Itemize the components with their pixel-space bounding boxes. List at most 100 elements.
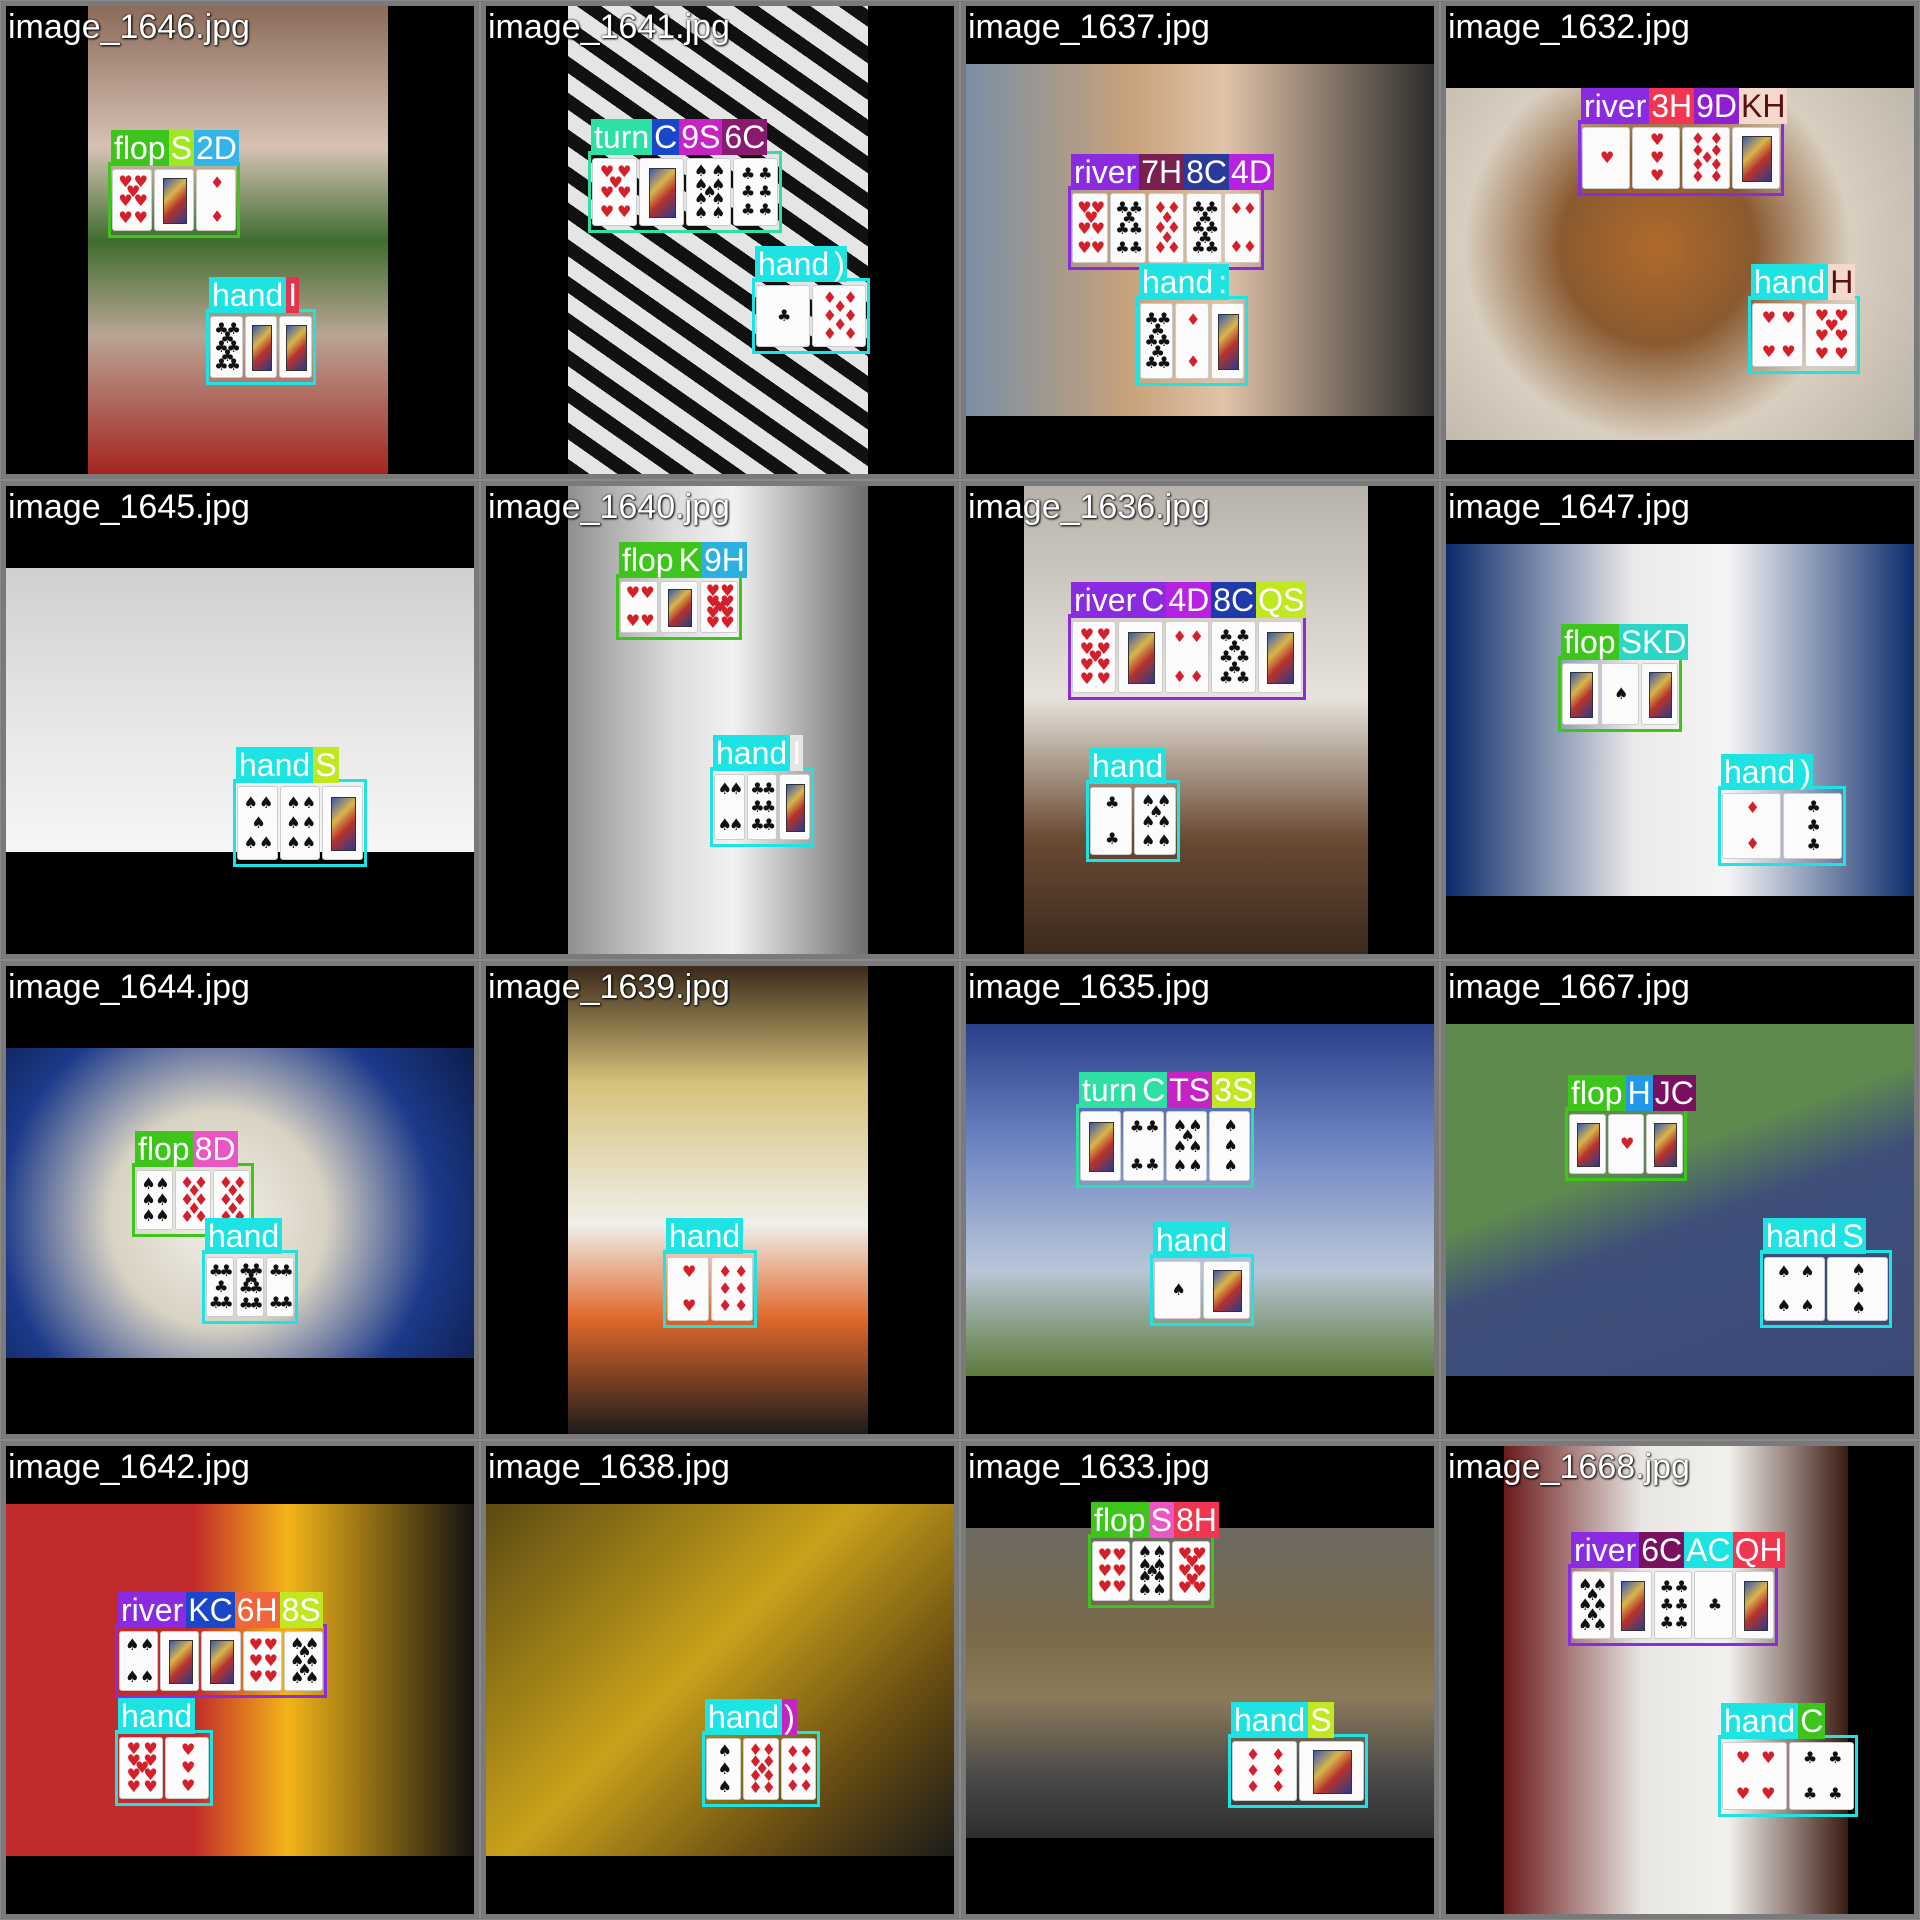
playing-card — [1732, 127, 1780, 189]
suit-pip-icon: ♦ — [798, 1742, 814, 1762]
suit-pip-icon: ♣ — [1204, 238, 1220, 258]
grid-tile[interactable]: image_1647.jpg flop SKD ♠ hand) ♦ ♦ ♣ ♣ ♣ — [1440, 480, 1920, 960]
suit-pip-icon: ♦ — [718, 1279, 733, 1298]
tile-canvas: image_1667.jpg flop H JC ♥ hand S ♠ ♠ ♠ ♠ ♠ ♠ ♠ — [1446, 966, 1914, 1434]
playing-card — [1612, 1571, 1652, 1639]
playing-card: ♣ ♣ ♣ ♣ ♣ ♣ — [733, 158, 778, 226]
detection-box-hand: hand ♣ ♣ ♣ ♣ ♣ ♣ ♣ ♣ ♣ ♣ ♣ ♣ ♣ ♣ ♣ ♣ — [202, 1218, 298, 1324]
suit-pip-icon: ♠ — [251, 813, 266, 832]
detection-box-hand: hand) ♣ ♦ ♦ ♦ ♦ ♦ ♦ ♦ ♦ — [752, 246, 870, 354]
suit-pip-icon: ♦ — [785, 1742, 800, 1762]
grid-tile[interactable]: image_1667.jpg flop H JC ♥ hand S ♠ ♠ ♠ ♠ ♠ ♠ ♠ — [1440, 960, 1920, 1440]
suit-pip-icon: ♥ — [1735, 1747, 1751, 1767]
detection-card-tag: S — [168, 130, 194, 166]
suit-pip-icon: ♥ — [1834, 326, 1849, 346]
grid-tile[interactable]: image_1645.jpg hand S ♠ ♠ ♠ ♠ ♠ ♠ ♠ ♠ ♠ ♠ ♠ — [0, 480, 480, 960]
detection-card-tag: 4D — [1229, 154, 1274, 190]
suit-pip-icon: ♦ — [798, 1775, 814, 1795]
tile-canvas: image_1668.jpg river 6C AC QH ♠ ♠ ♠ ♠ ♠ ♠ ♠ ♠ ♣ ♣ ♣ ♣ ♣ ♣ ♣… — [1446, 1446, 1914, 1914]
playing-card — [1562, 663, 1600, 725]
detection-card-tag: 9D — [1694, 88, 1740, 124]
grid-tile[interactable]: image_1638.jpg hand) ♠ ♠ ♠ ♦ ♦ ♦ ♦ ♦ ♦ ♦ ♦ ♦ ♦ ♦ ♦ ♦ ♦ ♦ — [480, 1440, 960, 1920]
detection-class: hand — [1721, 1703, 1799, 1739]
suit-pip-icon: ♣ — [1707, 1595, 1723, 1614]
suit-pip-icon: ♥ — [1650, 130, 1665, 149]
grid-tile[interactable]: image_1637.jpg river 7H 8C 4D ♥ ♥ ♥ ♥ ♥ ♥ ♥ ♣ ♣ ♣ ♣ ♣ ♣ ♣ ♦… — [960, 0, 1440, 480]
detection-label: hand) — [752, 246, 850, 282]
detection-class: flop — [1091, 1502, 1149, 1538]
suit-pip-icon: ♣ — [1129, 1116, 1145, 1136]
playing-card: ♥ ♥ ♥ ♥ — [620, 581, 658, 633]
suit-pip-icon: ♣ — [219, 1293, 234, 1313]
grid-tile[interactable]: image_1644.jpg flop 8D ♠ ♠ ♠ ♠ ♠ ♠ ♦ ♦ ♦ ♦ ♦ ♦ ♦ ♦ ♦ ♦ ♦ ♦ ♦ ♦… — [0, 960, 480, 1440]
detection-card-tag: 3S — [1212, 1072, 1256, 1108]
face-card-art — [1576, 1123, 1600, 1167]
playing-card — [639, 158, 684, 226]
detection-label: hand S — [1228, 1702, 1337, 1738]
grid-tile[interactable]: image_1633.jpg flop S 8H ♥ ♥ ♥ ♥ ♥ ♥ ♠ ♠ ♠ ♠ ♠ ♠ ♠ ♠ ♠ ♥ ♥ ♥ ♥… — [960, 1440, 1440, 1920]
filename-label: image_1636.jpg — [968, 488, 1210, 526]
grid-tile[interactable]: image_1632.jpg river 3H 9D KH ♥ ♥ ♥ ♥ ♦ ♦ ♦ ♦ ♦ ♦ ♦ ♦ ♦ ha… — [1440, 0, 1920, 480]
tile-canvas: image_1638.jpg hand) ♠ ♠ ♠ ♦ ♦ ♦ ♦ ♦ ♦ ♦ ♦ ♦ ♦ ♦ ♦ ♦ ♦ ♦ — [486, 1446, 954, 1914]
playing-card — [660, 581, 698, 633]
face-card-art — [1570, 672, 1594, 718]
suit-pip-icon: ♦ — [822, 324, 837, 343]
playing-card — [322, 786, 363, 860]
detection-class: hand — [713, 735, 791, 771]
suit-pip-icon: ♣ — [1129, 1155, 1145, 1175]
suit-pip-icon: ♠ — [1152, 1579, 1167, 1599]
detection-card-tag: H — [1828, 264, 1856, 300]
playing-card: ♥ ♥ ♥ ♥ ♥ ♥ ♥ ♥ ♥ — [119, 1737, 163, 1799]
suit-pip-icon: ♠ — [1776, 1296, 1792, 1316]
grid-tile[interactable]: image_1668.jpg river 6C AC QH ♠ ♠ ♠ ♠ ♠ ♠ ♠ ♠ ♣ ♣ ♣ ♣ ♣ ♣ ♣… — [1440, 1440, 1920, 1920]
suit-pip-icon: ♦ — [734, 1279, 749, 1298]
playing-card: ♥ ♥ ♥ ♥ ♥ ♥ ♥ ♥ ♥ — [1072, 621, 1117, 693]
suit-pip-icon: ♣ — [1802, 1784, 1818, 1804]
detection-card-tag: 9H — [701, 542, 747, 578]
filename-label: image_1644.jpg — [8, 968, 250, 1006]
detection-card-tag: 6C — [1639, 1532, 1685, 1568]
detection-card-tag: : — [1216, 264, 1230, 300]
detection-card-tag: 4D — [1166, 582, 1212, 618]
face-card-art — [286, 325, 307, 371]
filename-label: image_1642.jpg — [8, 1448, 250, 1486]
detection-class: hand — [1153, 1222, 1231, 1258]
detection-card-tag: C — [652, 119, 680, 155]
grid-tile[interactable]: image_1642.jpg river KC 6H 8S ♠ ♠ ♠ ♠ ♥ ♥ ♥ ♥ ♥ ♥ ♠ ♠ ♠ ♠ ♠… — [0, 1440, 480, 1920]
grid-tile[interactable]: image_1639.jpg hand ♥ ♥ ♦ ♦ ♦ ♦ ♦ ♦ — [480, 960, 960, 1440]
grid-tile[interactable]: image_1636.jpg river C 4D 8C QS ♥ ♥ ♥ ♥ ♥ ♥ ♥ ♥ ♥ ♦ ♦ ♦ ♦ ♣… — [960, 480, 1440, 960]
detection-class: hand — [1139, 264, 1217, 300]
grid-tile[interactable]: image_1646.jpg flop S 2D ♥ ♥ ♥ ♥ ♥ ♥ ♥ ♦ ♦ hand I ♣ ♣ ♣ ♣ ♣… — [0, 0, 480, 480]
playing-card: ♠ ♠ ♠ ♠ ♠ ♠ — [136, 1170, 173, 1230]
face-card-art — [251, 325, 273, 371]
detection-box-hand: hand I ♣ ♣ ♣ ♣ ♣ ♣ ♣ ♣ — [206, 277, 316, 385]
playing-card: ♣ ♣ ♣ ♣ ♣ ♣ — [746, 774, 778, 840]
suit-pip-icon: ♠ — [1141, 812, 1156, 832]
detection-class: hand — [1751, 264, 1829, 300]
face-card-art — [1742, 136, 1772, 182]
suit-pip-icon: ♠ — [1851, 1260, 1866, 1280]
grid-tile[interactable]: image_1641.jpg turn C 9S 6C ♥ ♥ ♥ ♥ ♥ ♥ ♥ ♠ ♠ ♠ ♠ ♠ ♠ ♠ ♠ ♠ ♣… — [480, 0, 960, 480]
suit-pip-icon: ♣ — [226, 355, 241, 374]
filename-label: image_1646.jpg — [8, 8, 250, 46]
detection-label: hand — [1150, 1222, 1233, 1258]
suit-pip-icon: ♠ — [141, 1206, 156, 1226]
suit-pip-icon: ♠ — [155, 1206, 170, 1226]
grid-tile[interactable]: image_1635.jpg turn C TS 3S ♣ ♣ ♣ ♣ ♠ ♠ ♠ ♠ ♠ ♠ ♠ ♠ ♠ ♠ han… — [960, 960, 1440, 1440]
suit-pip-icon: ♥ — [1619, 1134, 1635, 1153]
suit-pip-icon: ♠ — [729, 779, 744, 799]
grid-tile[interactable]: image_1640.jpg flop K 9H ♥ ♥ ♥ ♥ ♥ ♥ ♥ ♥ ♥ ♥ ♥ ♥ ♥ hand I ♠… — [480, 480, 960, 960]
playing-card: ♠ ♠ ♠ — [1827, 1257, 1888, 1321]
detection-label: turn C TS 3S — [1076, 1072, 1258, 1108]
detection-class: hand — [1721, 754, 1799, 790]
suit-pip-icon: ♦ — [1745, 798, 1760, 818]
suit-pip-icon: ♠ — [1578, 1614, 1593, 1634]
suit-pip-icon: ♥ — [720, 613, 735, 632]
suit-pip-icon: ♣ — [761, 779, 777, 799]
suit-pip-icon: ♥ — [1761, 1784, 1776, 1804]
suit-pip-icon: ♣ — [1659, 1613, 1674, 1633]
suit-pip-icon: ♥ — [640, 611, 655, 630]
filename-label: image_1668.jpg — [1448, 1448, 1690, 1486]
suit-pip-icon: ♥ — [1090, 219, 1106, 239]
playing-card: ♦ ♦ ♦ ♦ — [1164, 621, 1210, 693]
